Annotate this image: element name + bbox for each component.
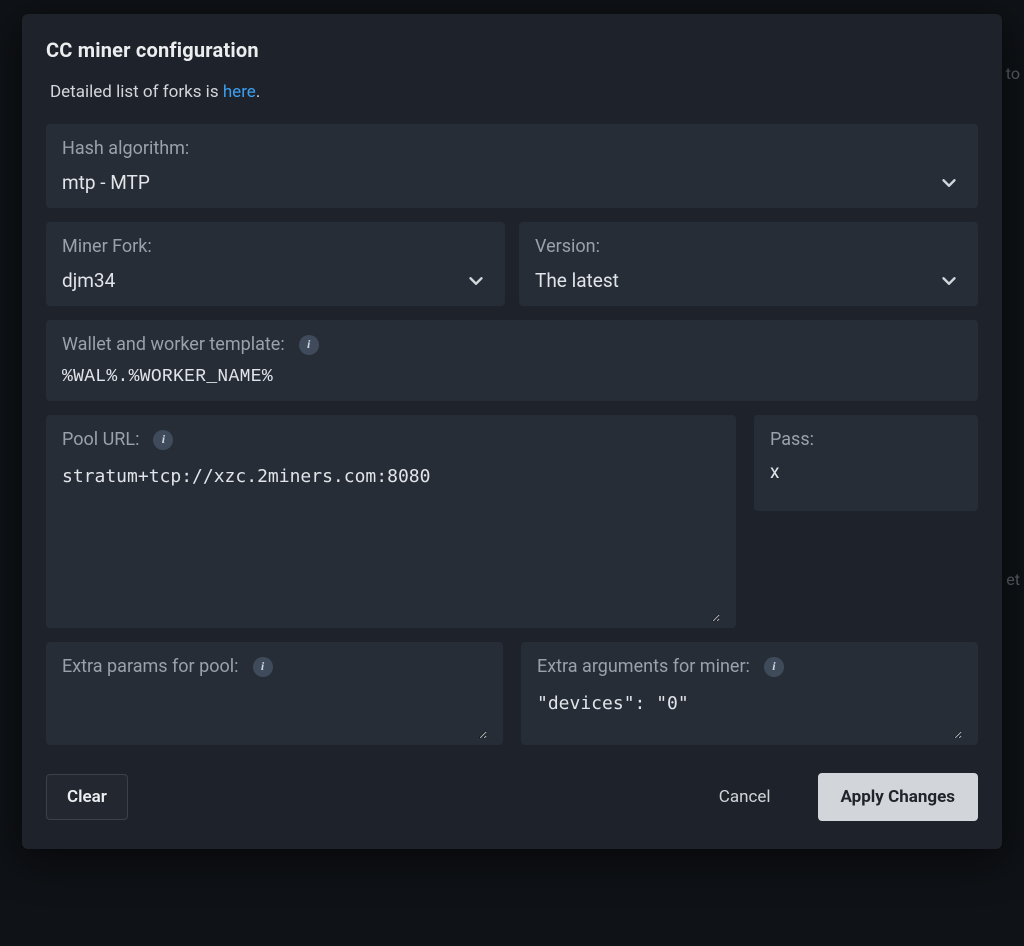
wallet-template-field[interactable]: Wallet and worker template: i %WAL%.%WOR… xyxy=(46,320,978,401)
info-icon[interactable]: i xyxy=(299,335,319,355)
miner-fork-select[interactable]: djm34 xyxy=(62,269,489,292)
forks-note: Detailed list of forks is here. xyxy=(46,82,978,102)
miner-fork-label: Miner Fork: xyxy=(62,236,489,257)
info-icon[interactable]: i xyxy=(153,430,173,450)
miner-config-modal: CC miner configuration Detailed list of … xyxy=(22,14,1002,849)
modal-footer: Clear Cancel Apply Changes xyxy=(46,773,978,821)
apply-button[interactable]: Apply Changes xyxy=(818,773,978,821)
forks-note-prefix: Detailed list of forks is xyxy=(50,82,223,102)
extra-pool-field: Extra params for pool: i xyxy=(46,642,503,745)
miner-fork-field[interactable]: Miner Fork: djm34 xyxy=(46,222,505,306)
version-field[interactable]: Version: The latest xyxy=(519,222,978,306)
pool-url-input[interactable] xyxy=(62,462,720,622)
chevron-down-icon xyxy=(938,270,960,292)
wallet-template-value[interactable]: %WAL%.%WORKER_NAME% xyxy=(62,367,962,387)
extra-miner-field: Extra arguments for miner: i xyxy=(521,642,978,745)
chevron-down-icon xyxy=(938,172,960,194)
hash-algorithm-label: Hash algorithm: xyxy=(62,138,962,159)
extra-miner-input[interactable] xyxy=(537,689,962,739)
extra-pool-label: Extra params for pool: i xyxy=(62,656,487,677)
hash-algorithm-value: mtp - MTP xyxy=(62,171,962,194)
extra-miner-label: Extra arguments for miner: i xyxy=(537,656,962,677)
pass-value[interactable]: x xyxy=(770,460,962,483)
version-label: Version: xyxy=(535,236,962,257)
version-select[interactable]: The latest xyxy=(535,269,962,292)
ghost-text: et xyxy=(1006,570,1020,589)
forks-link[interactable]: here xyxy=(223,82,256,102)
forks-note-suffix: . xyxy=(256,82,260,102)
miner-fork-value: djm34 xyxy=(62,269,489,292)
wallet-template-label-text: Wallet and worker template: xyxy=(62,334,285,355)
ghost-text: to xyxy=(1006,64,1020,83)
version-value: The latest xyxy=(535,269,962,292)
extra-pool-input[interactable] xyxy=(62,689,487,739)
pass-field: Pass: x xyxy=(754,415,978,511)
hash-algorithm-select[interactable]: mtp - MTP xyxy=(62,171,962,194)
pass-label: Pass: xyxy=(770,429,962,450)
extra-miner-label-text: Extra arguments for miner: xyxy=(537,656,750,677)
wallet-template-label: Wallet and worker template: i xyxy=(62,334,962,355)
hash-algorithm-field[interactable]: Hash algorithm: mtp - MTP xyxy=(46,124,978,208)
pool-url-field: Pool URL: i xyxy=(46,415,736,628)
pool-url-label: Pool URL: i xyxy=(62,429,720,450)
pool-url-label-text: Pool URL: xyxy=(62,429,139,450)
cancel-button[interactable]: Cancel xyxy=(698,774,792,820)
modal-title: CC miner configuration xyxy=(46,38,978,62)
clear-button[interactable]: Clear xyxy=(46,774,128,820)
chevron-down-icon xyxy=(465,270,487,292)
extra-pool-label-text: Extra params for pool: xyxy=(62,656,239,677)
info-icon[interactable]: i xyxy=(253,657,273,677)
info-icon[interactable]: i xyxy=(764,657,784,677)
